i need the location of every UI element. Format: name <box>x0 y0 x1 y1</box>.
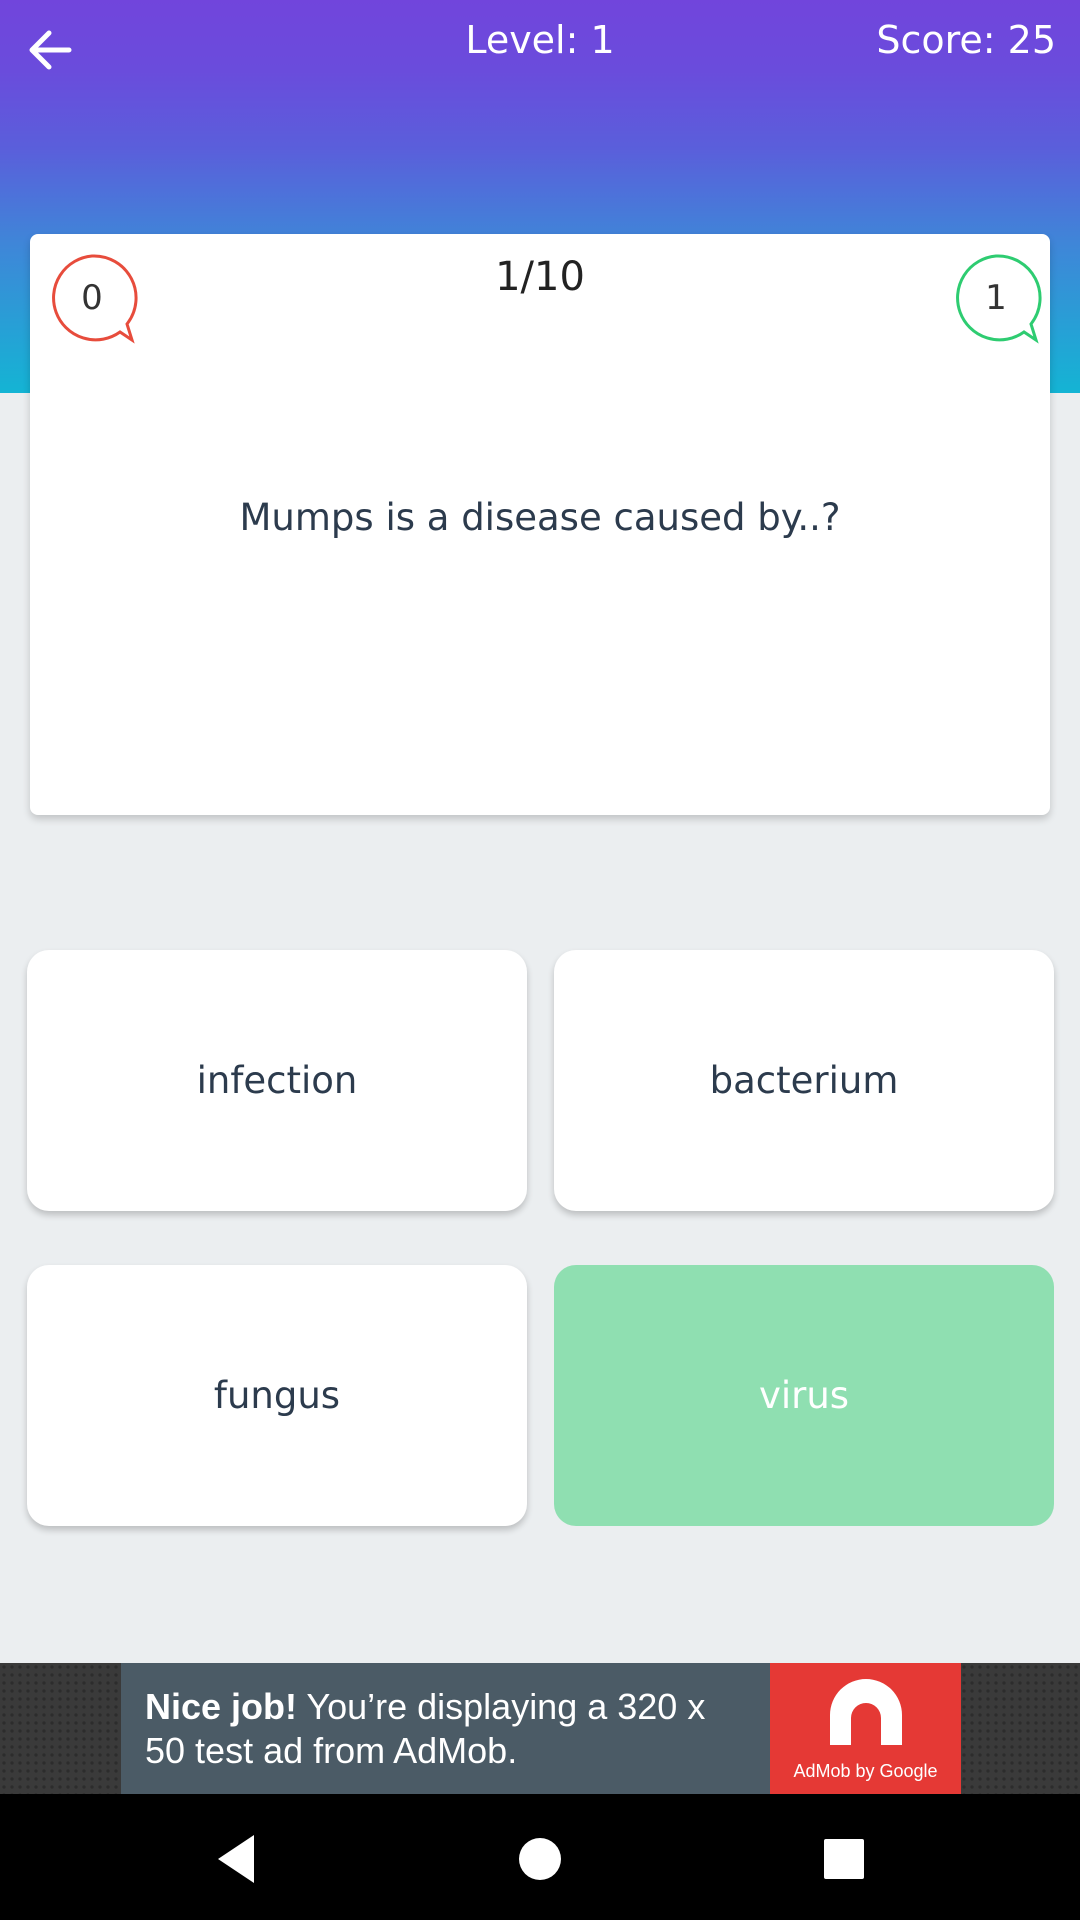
admob-logo: AdMob by Google <box>770 1663 961 1794</box>
system-nav-bar <box>0 1794 1080 1920</box>
answer-option-3[interactable]: fungus <box>27 1265 527 1526</box>
admob-icon <box>830 1679 902 1745</box>
question-counter: 1/10 <box>495 254 585 300</box>
square-recents-icon[interactable] <box>814 1829 874 1889</box>
answer-option-2[interactable]: bacterium <box>554 950 1054 1211</box>
answer-option-1[interactable]: infection <box>27 950 527 1211</box>
admob-caption: AdMob by Google <box>793 1761 938 1781</box>
triangle-back-icon[interactable] <box>210 1829 270 1889</box>
ad-banner[interactable]: Nice job! You’re displaying a 320 x 50 t… <box>121 1663 961 1794</box>
right-count: 1 <box>985 278 1007 318</box>
right-count-badge: 1 <box>952 254 1044 346</box>
question-text: Mumps is a disease caused by..? <box>239 496 841 539</box>
question-card: 0 1/10 1 Mumps is a disease caused by..? <box>30 234 1050 815</box>
ad-headline: Nice job! <box>145 1686 298 1727</box>
answer-option-4[interactable]: virus <box>554 1265 1054 1526</box>
circle-home-icon[interactable] <box>510 1829 570 1889</box>
score-label: Score: 25 <box>876 18 1056 62</box>
ad-message: Nice job! You’re displaying a 320 x 50 t… <box>145 1685 755 1773</box>
